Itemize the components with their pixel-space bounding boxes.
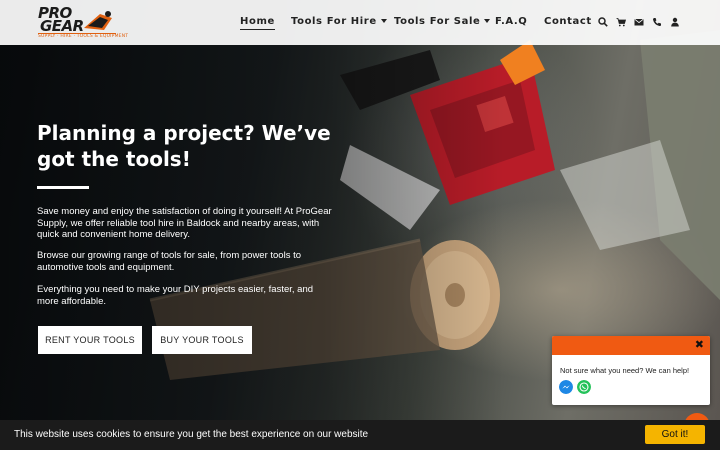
- buy-tools-button[interactable]: BUY YOUR TOOLS: [152, 326, 252, 354]
- cookie-accept-button[interactable]: Got it!: [645, 425, 705, 444]
- chat-message: Not sure what you need? We can help!: [560, 366, 690, 375]
- nav-home-label: Home: [240, 16, 275, 27]
- cookie-message: This website uses cookies to ensure you …: [14, 429, 369, 440]
- logo-tool-icon: [84, 11, 112, 30]
- hero-heading: Planning a project? We’ve got the tools!: [37, 121, 331, 171]
- hero-paragraph-diy: Everything you need to make your DIY pro…: [37, 284, 314, 307]
- cookie-accept-button-label: Got it!: [661, 429, 689, 440]
- user-icon[interactable]: [670, 17, 680, 27]
- nav-faq-label: F.A.Q: [495, 16, 528, 27]
- rent-tools-button[interactable]: RENT YOUR TOOLS: [38, 326, 142, 354]
- nav-contact-label: Contact: [544, 16, 592, 27]
- nav-contact[interactable]: Contact: [544, 16, 592, 27]
- chat-widget: ✖ Not sure what you need? We can help!: [552, 336, 710, 405]
- nav-tools-for-sale-label: Tools For Sale: [394, 16, 481, 27]
- envelope-icon[interactable]: [634, 17, 644, 27]
- rent-tools-button-label: RENT YOUR TOOLS: [45, 335, 135, 345]
- hero-paragraph-intro: Save money and enjoy the satisfaction of…: [37, 206, 332, 240]
- whatsapp-icon[interactable]: [577, 380, 591, 394]
- hero-divider: [37, 186, 89, 189]
- chat-widget-header: ✖: [552, 336, 710, 355]
- messenger-icon[interactable]: [559, 380, 573, 394]
- nav-tools-for-hire[interactable]: Tools For Hire: [291, 16, 387, 27]
- buy-tools-button-label: BUY YOUR TOOLS: [160, 335, 244, 345]
- cart-icon[interactable]: [616, 17, 626, 27]
- nav-faq[interactable]: F.A.Q: [495, 16, 527, 27]
- nav-home[interactable]: Home: [240, 16, 275, 30]
- search-icon[interactable]: [598, 17, 608, 27]
- site-header: PRO GEAR SUPPLY · HIRE · TOOLS & EQUIPME…: [0, 0, 720, 45]
- chevron-down-icon: [380, 19, 387, 23]
- hero-paragraph-sale: Browse our growing range of tools for sa…: [37, 250, 302, 273]
- close-icon[interactable]: ✖: [695, 338, 704, 351]
- phone-icon[interactable]: [652, 17, 662, 27]
- progear-logo[interactable]: PRO GEAR SUPPLY · HIRE · TOOLS & EQUIPME…: [36, 4, 128, 42]
- logo-tagline: SUPPLY · HIRE · TOOLS & EQUIPMENT: [38, 34, 129, 39]
- chevron-down-icon: [484, 19, 491, 23]
- nav-tools-for-sale[interactable]: Tools For Sale: [394, 16, 491, 27]
- nav-tools-for-hire-label: Tools For Hire: [291, 16, 377, 27]
- cookie-banner: This website uses cookies to ensure you …: [0, 420, 720, 450]
